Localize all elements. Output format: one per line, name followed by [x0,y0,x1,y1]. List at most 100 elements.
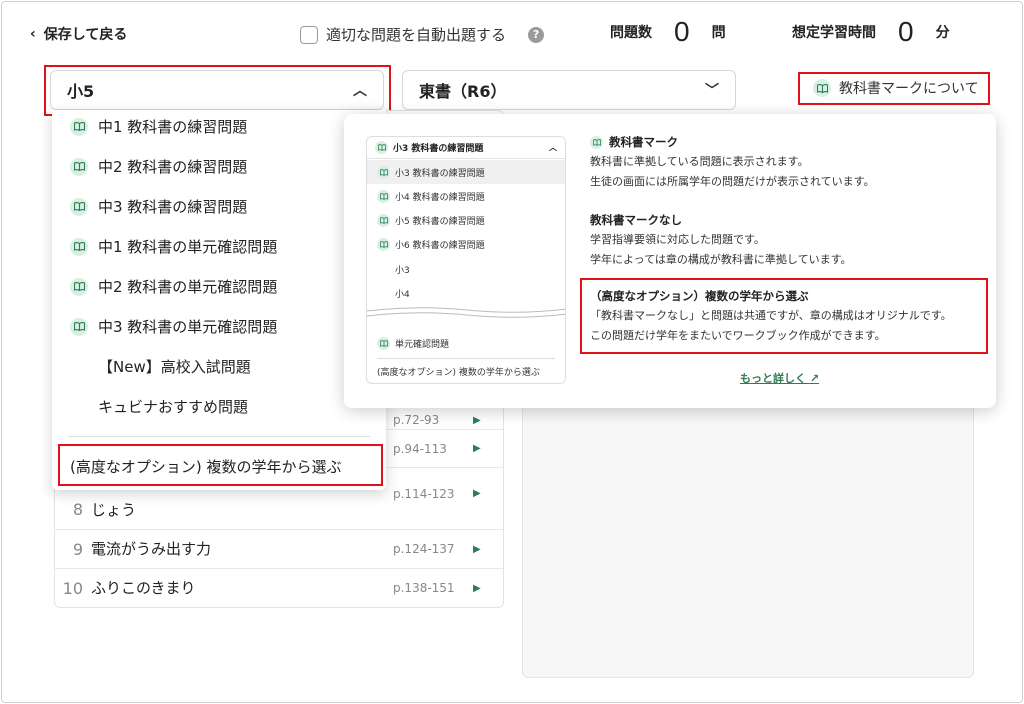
book-icon [70,317,88,336]
chapter-pages: p.138-151 [393,581,455,595]
preview-panel [522,408,974,678]
question-count-label: 問題数 [610,25,652,41]
question-count-value: 0 [674,16,690,47]
book-icon [70,237,88,256]
study-time: 想定学習時間 0 分 [792,16,950,48]
menu-item[interactable]: 【New】高校入試問題 [98,356,251,377]
list-item-label: (高度なオプション) 複数の学年から選ぶ [377,367,540,378]
info-section-advanced: （高度なオプション）複数の学年から選ぶ 「教科書マークなし」と問題は共通ですが、… [590,286,952,346]
chapter-title: 電流がうみ出す力 [91,540,212,558]
chapter-pages: p.114-123 [393,486,455,501]
list-item-label: 小4 [395,289,410,300]
grade-select-value: 小5 [67,82,95,101]
menu-item-label: 中3 教科書の単元確認問題 [98,318,278,336]
book-icon [70,117,88,136]
help-icon[interactable]: ? [528,26,545,43]
list-item-label: 小4 教科書の練習問題 [395,192,485,203]
info-title: 教科書マークなし [590,213,682,227]
info-text: 学習指導要領に対応した問題です。 [590,233,765,246]
menu-item-advanced[interactable]: (高度なオプション) 複数の学年から選ぶ [70,456,341,477]
menu-item[interactable]: 中1 教科書の練習問題 [70,116,247,137]
list-item-label: 単元確認問題 [395,339,450,350]
book-icon [377,189,390,203]
menu-item-label: 中1 教科書の練習問題 [98,118,248,136]
book-icon [377,336,390,350]
chevron-up-icon: ︿ [353,83,367,99]
wave-divider-icon [367,307,565,318]
textbook-mark-info-button[interactable]: 教科書マークについて [799,72,989,104]
chevron-up-icon: ︿ [549,143,557,152]
menu-divider [68,436,370,437]
book-icon [813,79,831,97]
external-link-icon: ↗ [809,372,820,385]
info-title: 教科書マーク [609,135,678,149]
info-text: 教科書に準拠している問題に表示されます。 [590,155,809,168]
play-icon[interactable]: ▶ [473,544,503,555]
chevron-down-icon: ﹀ [705,83,719,99]
play-icon[interactable]: ▶ [473,488,503,499]
auto-assign-checkbox[interactable] [300,25,318,44]
menu-item[interactable]: 中2 教科書の単元確認問題 [70,276,277,297]
mini-select-value: 小3 教科書の練習問題 [393,144,484,154]
info-text: 学年によっては章の構成が教科書に準拠しています。 [590,253,852,266]
auto-assign-label: 適切な問題を自動出題する [326,26,507,44]
chapter-pages: p.72-93 [393,413,440,427]
mini-select: 小3 教科書の練習問題 ︿ [367,137,565,159]
book-icon [377,237,390,251]
menu-item-label: 中1 教科書の単元確認問題 [98,238,278,256]
book-icon [70,197,88,216]
menu-item[interactable]: 中3 教科書の練習問題 [70,196,247,217]
textbook-mark-popover: 小3 教科書の練習問題 ︿ 小3 教科書の練習問題 小4 教科書の練習問題 小5… [344,114,996,408]
info-text: この問題だけ学年をまたいでワークブック作成ができます。 [590,329,886,342]
chapter-pages: p.94-113 [393,441,447,456]
info-section-no-mark: 教科書マークなし 学習指導要領に対応した問題です。 学年によっては章の構成が教科… [590,210,851,270]
table-row[interactable]: 9 電流がうみ出す力 p.124-137 ▶ [55,529,503,568]
list-item: 小4 [367,281,565,305]
auto-assign-toggle[interactable]: 適切な問題を自動出題する ? [300,24,545,45]
study-time-label: 想定学習時間 [792,25,876,41]
grade-dropdown-menu: 中1 教科書の練習問題 中2 教科書の練習問題 中3 教科書の練習問題 中1 教… [52,110,386,490]
list-item: 単元確認問題 [367,331,565,355]
publisher-select-value: 東書（R6） [419,82,507,101]
menu-item-label: キュビナおすすめ問題 [98,398,249,416]
more-details-link[interactable]: もっと詳しく ↗ [740,370,819,386]
list-item-label: 小6 教科書の練習問題 [395,240,485,251]
info-text: 「教科書マークなし」と問題は共通ですが、章の構成はオリジナルです。 [590,309,952,322]
chapter-num: 8 [72,500,83,519]
play-icon[interactable]: ▶ [473,443,503,454]
list-item: 小4 教科書の練習問題 [367,184,565,208]
grade-select[interactable]: 小5 ︿ [50,70,384,110]
menu-item-label: 中2 教科書の練習問題 [98,158,248,176]
book-icon [70,277,88,296]
book-icon [70,157,88,176]
book-icon [377,165,390,179]
table-row[interactable]: 10 ふりこのきまり p.138-151 ▶ [55,568,503,607]
list-item: 小3 教科書の練習問題 [367,160,565,184]
menu-item-label: 中2 教科書の単元確認問題 [98,278,278,296]
back-button[interactable]: ‹ 保存して戻る [30,24,127,44]
menu-item-label: (高度なオプション) 複数の学年から選ぶ [70,458,342,476]
study-time-unit: 分 [935,25,950,41]
menu-item[interactable]: 中2 教科書の練習問題 [70,156,247,177]
menu-item[interactable]: キュビナおすすめ問題 [98,396,248,417]
play-icon[interactable]: ▶ [473,583,503,594]
info-title: （高度なオプション）複数の学年から選ぶ [590,289,809,303]
play-icon[interactable]: ▶ [473,415,503,426]
list-item-label: 小3 教科書の練習問題 [395,168,485,179]
menu-item[interactable]: 中3 教科書の単元確認問題 [70,316,277,337]
textbook-mark-info-label: 教科書マークについて [839,81,979,97]
menu-item-label: 【New】高校入試問題 [98,358,251,376]
question-count-unit: 問 [711,25,726,41]
publisher-select[interactable]: 東書（R6） ﹀ [402,70,736,110]
chapter-num: 10 [62,578,83,598]
list-item: 小6 教科書の練習問題 [367,232,565,256]
back-label: 保存して戻る [43,27,128,43]
app-window: ‹ 保存して戻る 適切な問題を自動出題する ? 問題数 0 問 想定学習時間 0… [1,1,1023,703]
list-item: (高度なオプション) 複数の学年から選ぶ [367,359,565,383]
chapter-pages: p.124-137 [393,542,455,556]
menu-item[interactable]: 中1 教科書の単元確認問題 [70,236,277,257]
chapter-title: じょう [91,501,137,519]
menu-item-label: 中3 教科書の練習問題 [98,198,248,216]
book-icon [590,135,603,149]
chapter-num: 9 [72,539,83,559]
